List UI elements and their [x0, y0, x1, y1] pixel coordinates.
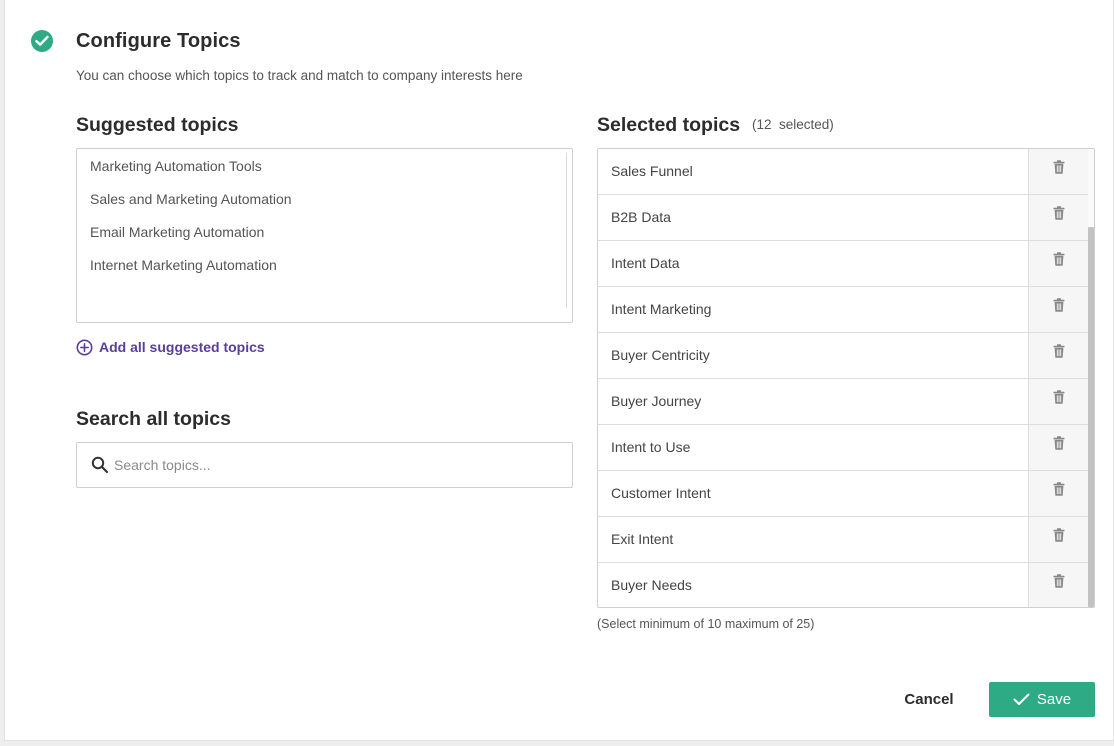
trash-icon — [1053, 298, 1065, 317]
add-all-suggested-label: Add all suggested topics — [99, 339, 265, 355]
remove-topic-button[interactable] — [1028, 563, 1088, 607]
suggested-topic-item[interactable]: Sales and Marketing Automation — [90, 191, 292, 207]
suggested-topic-item[interactable]: Marketing Automation Tools — [90, 158, 262, 174]
selected-topic-row: Customer Intent — [598, 471, 1088, 517]
selection-limit-note: (Select minimum of 10 maximum of 25) — [597, 617, 815, 631]
trash-icon — [1053, 482, 1065, 501]
selected-topic-label: B2B Data — [611, 209, 671, 225]
remove-topic-button[interactable] — [1028, 425, 1088, 471]
remove-topic-button[interactable] — [1028, 287, 1088, 333]
suggested-topic-item[interactable]: Email Marketing Automation — [90, 224, 264, 240]
page-title: Configure Topics — [76, 30, 241, 52]
selected-topic-label: Buyer Needs — [611, 577, 692, 593]
selected-count: (12 selected) — [752, 117, 834, 132]
selected-topic-row: Intent Marketing — [598, 287, 1088, 333]
selected-topic-label: Intent Data — [611, 255, 680, 271]
search-field[interactable] — [76, 442, 573, 488]
selected-topic-row: Exit Intent — [598, 517, 1088, 563]
selected-topic-row: Intent Data — [598, 241, 1088, 287]
suggested-topics-heading: Suggested topics — [76, 114, 239, 136]
selected-topic-row: Intent to Use — [598, 425, 1088, 471]
selected-topic-label: Intent Marketing — [611, 301, 712, 317]
check-icon — [31, 30, 53, 52]
trash-icon — [1053, 436, 1065, 455]
selected-topic-label: Buyer Journey — [611, 393, 702, 409]
selected-topic-label: Exit Intent — [611, 531, 674, 547]
search-input[interactable] — [114, 457, 554, 473]
trash-icon — [1053, 206, 1065, 225]
selected-topics-heading: Selected topics — [597, 114, 741, 136]
add-all-suggested-button[interactable]: Add all suggested topics — [76, 337, 265, 357]
trash-icon — [1053, 574, 1065, 593]
remove-topic-button[interactable] — [1028, 379, 1088, 425]
remove-topic-button[interactable] — [1028, 195, 1088, 241]
selected-scroll-thumb[interactable] — [1088, 227, 1094, 607]
selected-topic-label: Customer Intent — [611, 485, 711, 501]
selected-topic-row: Buyer Needs — [598, 563, 1088, 607]
page-subtitle: You can choose which topics to track and… — [76, 68, 523, 83]
selected-topic-label: Sales Funnel — [611, 163, 693, 179]
remove-topic-button[interactable] — [1028, 471, 1088, 517]
trash-icon — [1053, 252, 1065, 271]
search-icon — [91, 456, 109, 474]
selected-topics-list[interactable]: Sales Funnel B2B Data Intent Data Intent Ma… — [597, 148, 1095, 608]
trash-icon — [1053, 528, 1065, 547]
cancel-button[interactable]: Cancel — [885, 682, 973, 716]
suggested-scrollbar[interactable] — [566, 153, 567, 308]
search-topics-heading: Search all topics — [76, 408, 231, 430]
suggested-topics-list[interactable]: Marketing Automation Tools Sales and Mark… — [76, 148, 573, 323]
selected-topic-row: Buyer Centricity — [598, 333, 1088, 379]
trash-icon — [1053, 390, 1065, 409]
remove-topic-button[interactable] — [1028, 517, 1088, 563]
remove-topic-button[interactable] — [1028, 333, 1088, 379]
selected-topic-row: B2B Data — [598, 195, 1088, 241]
configure-topics-card: Configure Topics You can choose which to… — [4, 0, 1114, 741]
save-button[interactable]: Save — [989, 682, 1095, 717]
selected-topic-row: Buyer Journey — [598, 379, 1088, 425]
remove-topic-button[interactable] — [1028, 241, 1088, 287]
suggested-topic-item[interactable]: Internet Marketing Automation — [90, 257, 277, 273]
selected-topic-label: Intent to Use — [611, 439, 691, 455]
save-button-label: Save — [1036, 691, 1072, 708]
remove-topic-button[interactable] — [1028, 149, 1088, 195]
trash-icon — [1053, 160, 1065, 179]
trash-icon — [1053, 344, 1065, 363]
plus-circle-icon — [76, 339, 93, 355]
selected-topic-row: Sales Funnel — [598, 149, 1088, 195]
check-icon — [1013, 693, 1030, 705]
selected-topic-label: Buyer Centricity — [611, 347, 710, 363]
